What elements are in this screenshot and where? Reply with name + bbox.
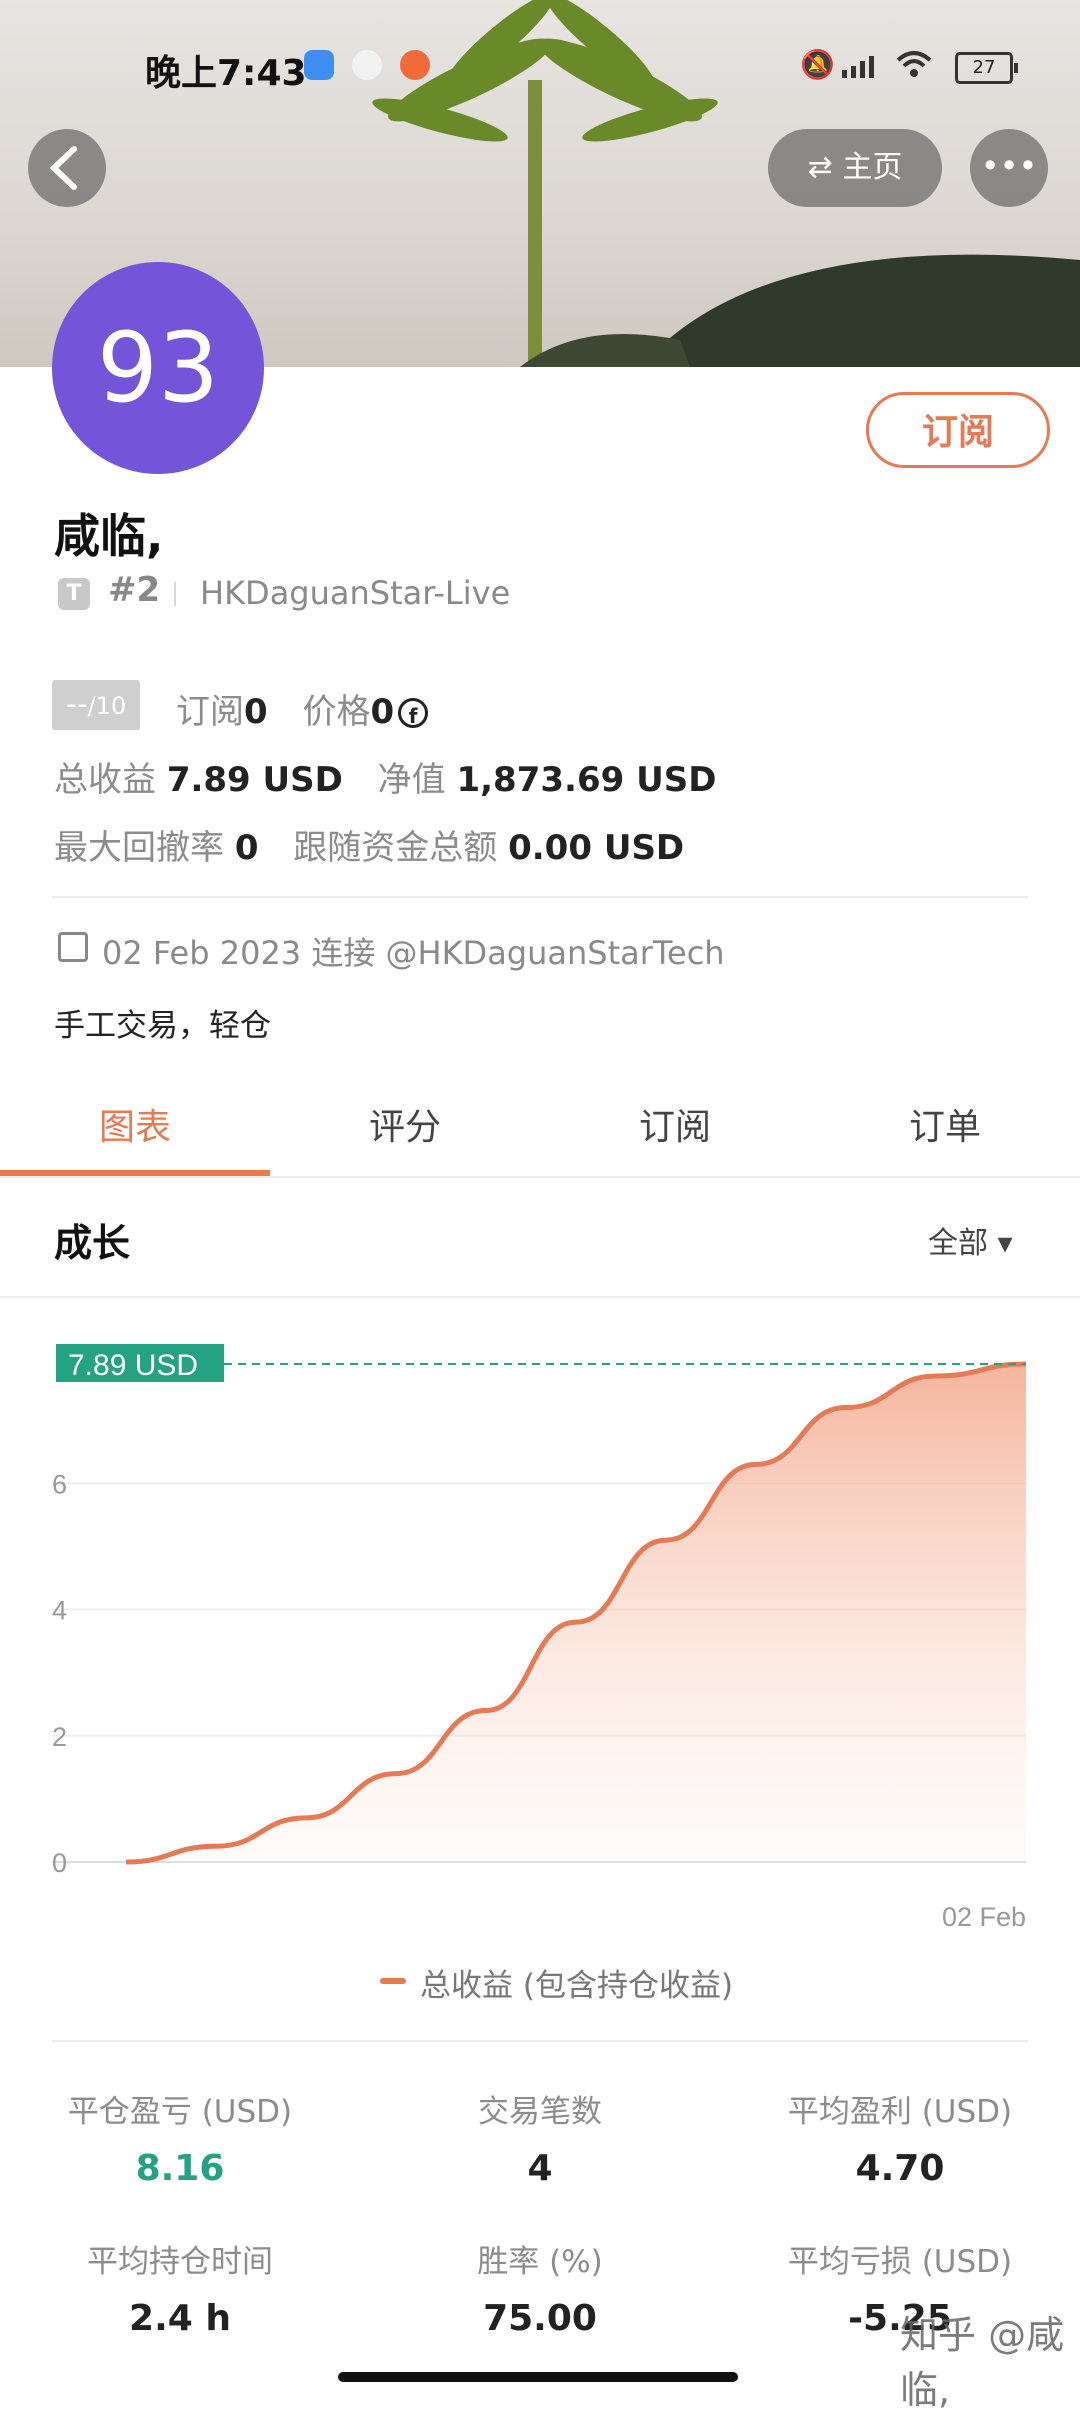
broker-name[interactable]: HKDaguanStar-Live [200,574,510,612]
divider [52,2040,1028,2042]
currency-icon: f [398,698,429,728]
total-profit-label: 总收益 [54,760,156,800]
back-button[interactable] [28,129,106,207]
status-time: 晚上7:43 [145,53,307,94]
subscribe-button[interactable]: 订阅 [866,392,1050,468]
home-button[interactable]: ⇄ 主页 [768,129,942,207]
range-filter-label: 全部 [928,1226,988,1261]
stat-label: 平均持仓时间 [87,2244,273,2280]
watermark: 知乎 @咸临, [900,2313,1065,2412]
range-filter[interactable]: 全部 ▾ [928,1218,1013,1262]
score-value: -- [66,687,88,722]
equity-label: 净值 [377,760,446,800]
follow-funds-label: 跟随资金总额 [293,828,498,868]
stat-value: 75.00 [483,2298,597,2339]
legend-swatch [380,1978,406,1984]
subscriptions-stat: 订阅0 价格0 f [176,684,429,733]
weibo-icon [400,50,430,80]
tab-rating[interactable]: 评分 [270,1098,540,1150]
score-max: /10 [87,692,127,720]
max-drawdown-value: 0 [234,828,259,868]
y-tick-label: 4 [52,1596,67,1626]
home-indicator[interactable] [338,2372,738,2382]
current-value-label: 7.89 USD [68,1349,198,1382]
price-label: 价格 [302,692,371,732]
growth-chart: 7.89 USD 0 2 4 6 02 Feb [52,1344,1027,1932]
stat-label: 交易笔数 [478,2094,602,2130]
subscriptions-label: 订阅 [176,692,244,732]
home-label: 主页 [842,150,903,185]
score-badge: --/10 [52,680,141,730]
follow-funds-value: 0.00 USD [508,828,685,868]
battery-icon: 27 [955,52,1018,84]
divider [0,1176,1080,1178]
account-type-badge: T [58,578,90,610]
stat-value: 4.70 [855,2148,945,2189]
y-tick-label: 0 [52,1848,67,1878]
wifi-icon [896,50,932,78]
x-tick-label: 02 Feb [942,1902,1026,1932]
stat-value: 4 [527,2148,553,2189]
max-drawdown-label: 最大回撤率 [54,828,224,868]
profile-name: 咸临, [54,509,164,563]
stat-label: 平均亏损 (USD) [787,2244,1013,2280]
caret-down-icon: ▾ [997,1226,1013,1261]
subscriptions-value: 0 [244,692,268,732]
divider [52,896,1028,898]
y-tick-label: 6 [52,1469,67,1499]
divider [174,582,176,606]
tab-subscription[interactable]: 订阅 [540,1098,810,1150]
stat-label: 胜率 (%) [477,2244,603,2280]
divider [0,1296,1080,1298]
signal-icon [842,54,882,78]
connected-info: 02 Feb 2023 连接 @HKDaguanStarTech [102,934,725,972]
more-button[interactable]: ••• [970,129,1048,207]
stat-value: 2.4 h [129,2298,231,2339]
equity-value: 1,873.69 USD [456,760,717,800]
stat-value: 8.16 [135,2148,225,2189]
account-rank: #2 [108,570,161,610]
qq-icon [352,50,382,80]
profile-bio: 手工交易，轻仓 [54,1008,271,1044]
legend-label: 总收益 (包含持仓收益) [420,1968,734,2004]
profit-equity-row: 总收益 7.89 USD 净值 1,873.69 USD [54,752,716,801]
section-title: 成长 [54,1221,131,1265]
swap-icon: ⇄ [807,150,843,185]
tab-chart[interactable]: 图表 [0,1098,270,1150]
drawdown-row: 最大回撤率 0 跟随资金总额 0.00 USD [54,820,684,869]
total-profit-value: 7.89 USD [166,760,343,800]
mute-icon: 🔕 [800,48,835,81]
price-value: 0 [370,692,395,732]
tab-orders[interactable]: 订单 [810,1098,1080,1150]
avatar: 93 [52,262,264,474]
chevron-left-icon [49,146,77,190]
stat-label: 平均盈利 (USD) [787,2094,1013,2130]
y-tick-label: 2 [52,1722,67,1752]
stat-label: 平仓盈亏 (USD) [67,2094,293,2130]
skype-icon [304,50,334,80]
area-fill [126,1364,1026,1862]
calendar-icon [58,932,88,962]
